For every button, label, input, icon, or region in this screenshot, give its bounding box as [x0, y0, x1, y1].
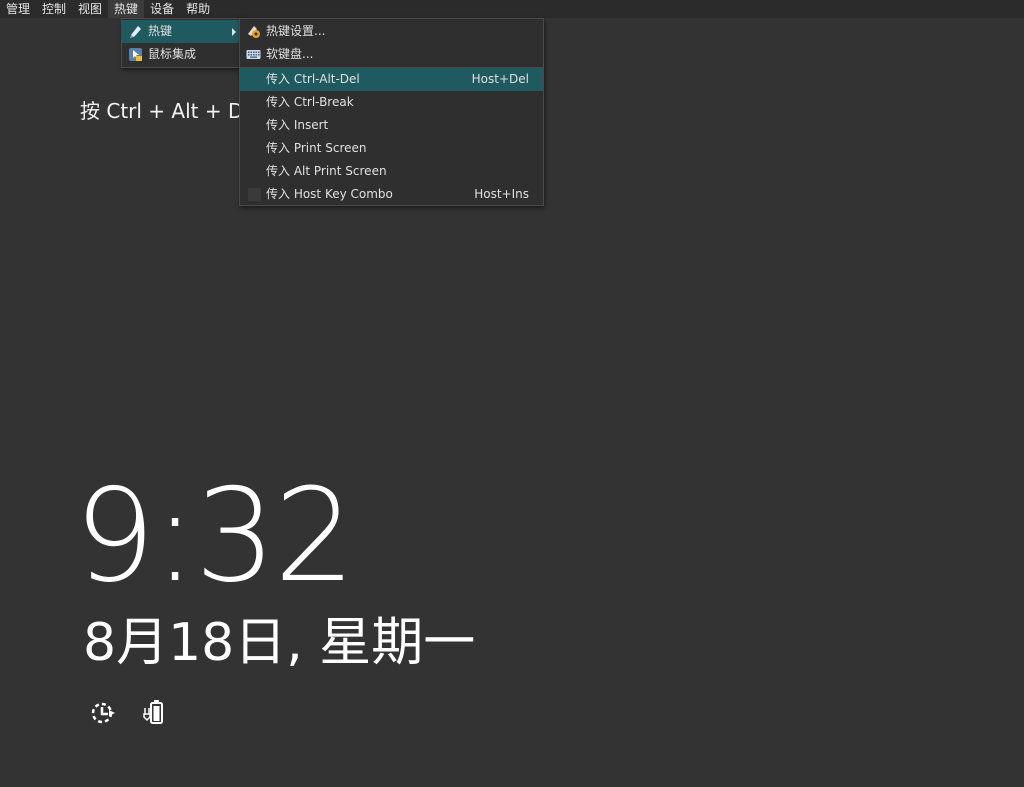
checkbox-icon: [248, 188, 261, 201]
hotkey-submenu: 热键设置... 软键盘... 传入 Ctrl-Alt-Del Host+Del …: [239, 18, 544, 206]
hotkey-icon: [130, 26, 141, 38]
lockscreen-time: 9:32: [74, 462, 355, 611]
menu-hotkey[interactable]: 热键: [108, 0, 145, 18]
menu-bar: 管理 控制 视图 热键 设备 帮助: [0, 0, 1024, 18]
menu-item-label: 传入 Host Key Combo: [266, 187, 393, 201]
menu-item-insert-ctrl-alt-del[interactable]: 传入 Ctrl-Alt-Del Host+Del: [240, 68, 543, 91]
mouse-integration-icon: [129, 48, 142, 61]
lockscreen-hint: 按 Ctrl + Alt + D: [80, 99, 244, 123]
menu-item-label: 传入 Print Screen: [266, 141, 367, 155]
menu-item-mouse-integration[interactable]: 鼠标集成: [122, 43, 240, 66]
menu-item-label: 鼠标集成: [148, 47, 197, 61]
ease-of-access-icon[interactable]: [88, 698, 118, 728]
menu-item-hotkey-settings[interactable]: 热键设置...: [240, 20, 543, 43]
menu-control[interactable]: 控制: [36, 0, 72, 18]
menu-item-insert-host-key-combo[interactable]: 传入 Host Key Combo Host+Ins: [240, 183, 543, 206]
menu-item-label: 热键设置...: [266, 24, 326, 38]
menu-help[interactable]: 帮助: [180, 0, 216, 18]
menu-item-hotkeys[interactable]: 热键: [122, 20, 240, 43]
menu-item-insert-ctrl-break[interactable]: 传入 Ctrl-Break: [240, 91, 543, 114]
menu-manage[interactable]: 管理: [0, 0, 36, 18]
menu-item-label: 传入 Ctrl-Alt-Del: [266, 72, 360, 86]
hotkey-settings-icon: [248, 26, 260, 38]
hotkey-menu: 热键 鼠标集成: [121, 18, 241, 68]
menu-item-label: 传入 Insert: [266, 118, 329, 132]
menu-item-soft-keyboard[interactable]: 软键盘...: [240, 43, 543, 66]
menu-item-label: 传入 Alt Print Screen: [266, 164, 387, 178]
menu-item-insert-print-screen[interactable]: 传入 Print Screen: [240, 137, 543, 160]
lockscreen-date: 8月18日, 星期一: [83, 613, 476, 673]
menu-view[interactable]: 视图: [72, 0, 108, 18]
menu-devices[interactable]: 设备: [144, 0, 180, 18]
menu-item-label: 软键盘...: [266, 47, 314, 61]
menu-item-insert-insert[interactable]: 传入 Insert: [240, 114, 543, 137]
keyboard-icon: [246, 50, 261, 59]
menu-item-insert-alt-print-screen[interactable]: 传入 Alt Print Screen: [240, 160, 543, 183]
menu-item-label: 热键: [148, 24, 173, 38]
battery-icon[interactable]: [140, 698, 170, 728]
submenu-arrow-icon: [232, 28, 236, 36]
menu-item-shortcut: Host+Ins: [474, 187, 529, 201]
menu-item-label: 传入 Ctrl-Break: [266, 95, 354, 109]
menu-item-shortcut: Host+Del: [471, 72, 529, 86]
